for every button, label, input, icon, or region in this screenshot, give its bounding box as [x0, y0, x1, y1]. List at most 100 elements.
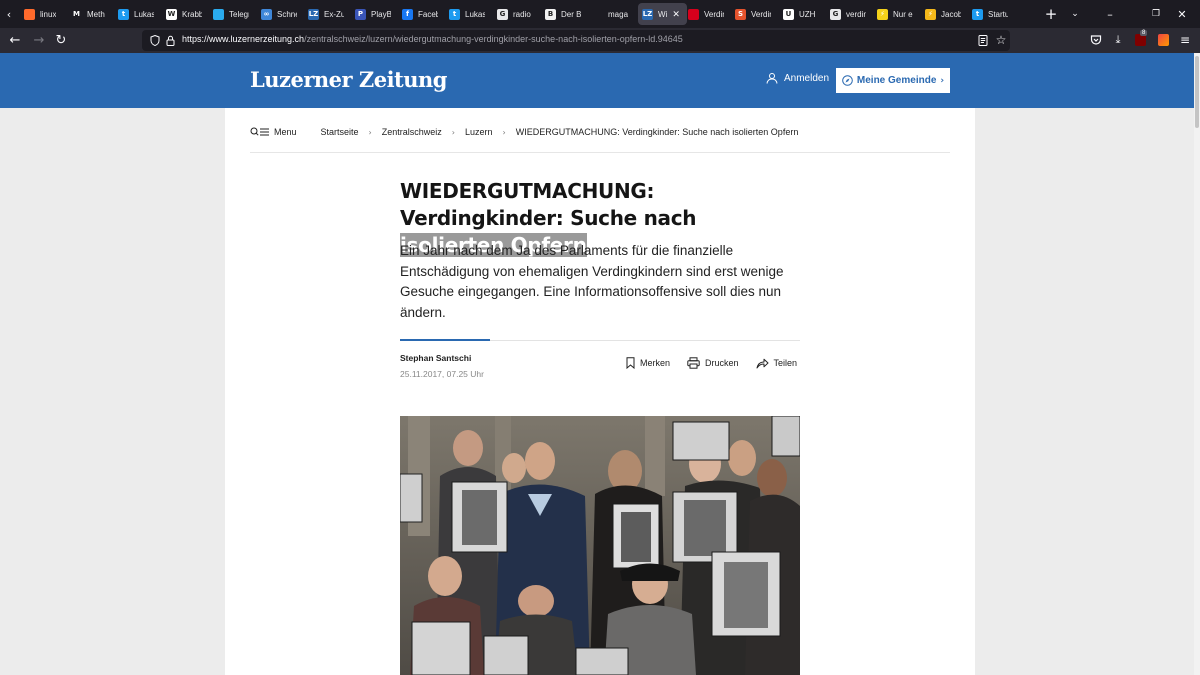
browser-tab[interactable]: t Startu: [972, 3, 1016, 25]
browser-tab[interactable]: Telegr: [213, 3, 257, 25]
bolt-icon: ⚡: [877, 8, 888, 20]
my-community-button[interactable]: Meine Gemeinde ›: [836, 68, 950, 93]
page-scrollbar-track[interactable]: [1194, 53, 1200, 675]
compass-icon: [842, 75, 853, 86]
page-scrollbar-thumb[interactable]: [1195, 56, 1199, 128]
browser-tab[interactable]: ⚡ Nur e: [877, 3, 921, 25]
browser-tab[interactable]: Verdin: [688, 3, 732, 25]
brave-icon: [24, 8, 35, 20]
breadcrumb-item-zentralschweiz[interactable]: Zentralschweiz: [382, 127, 442, 137]
bookmark-button[interactable]: Merken: [626, 357, 670, 369]
facebook-icon: f: [402, 8, 413, 20]
google-icon: G: [497, 8, 508, 20]
pocket-icon[interactable]: [1090, 34, 1102, 46]
tab-label: magazin: [608, 9, 628, 19]
browser-tab[interactable]: S Verdin: [735, 3, 779, 25]
close-window-button[interactable]: ✕: [1172, 4, 1192, 24]
tab-label: Nur e: [893, 9, 913, 19]
tab-label: Meth: [87, 9, 105, 19]
browser-tab[interactable]: f Facebo: [402, 3, 446, 25]
browser-tab[interactable]: t Lukas: [118, 3, 162, 25]
browser-tab[interactable]: LZ Ex-Zu: [308, 3, 352, 25]
tab-label: PlayB: [371, 9, 391, 19]
browser-tab[interactable]: Gradio: [497, 3, 541, 25]
menu-button[interactable]: Menu: [250, 127, 297, 137]
headline-text: WIEDERGUTMACHUNG: Verdingkinder: Suche n…: [400, 179, 697, 230]
browser-tab[interactable]: M Meth: [71, 3, 115, 25]
share-label: Teilen: [773, 358, 798, 368]
browser-tab[interactable]: Gverdin: [830, 3, 874, 25]
browser-tab[interactable]: t Lukas: [449, 3, 493, 25]
browser-tab[interactable]: U UZH: [783, 3, 827, 25]
swissinfo-icon: S: [735, 8, 746, 20]
tab-label: Startu: [988, 9, 1008, 19]
new-tab-button[interactable]: +: [1042, 4, 1060, 24]
my-community-label: Meine Gemeinde: [856, 75, 937, 86]
reload-button[interactable]: ↻: [52, 31, 70, 49]
srf-icon: [688, 8, 699, 20]
url-text[interactable]: https://www.luzernerzeitung.ch/zentralsc…: [182, 34, 683, 44]
menu-label: Menu: [274, 127, 297, 137]
tab-label: verdin: [846, 9, 866, 19]
tab-list-chevron-icon[interactable]: ⌄: [1066, 4, 1084, 24]
bookmark-star-icon[interactable]: ☆: [994, 32, 1008, 48]
twitter-icon: t: [972, 8, 983, 20]
lz-icon: LZ: [642, 8, 653, 20]
back-button[interactable]: ←: [6, 31, 24, 49]
site-logo[interactable]: Luzerner Zeitung: [250, 67, 447, 92]
bookmark-label: Merken: [640, 358, 671, 368]
browser-tab[interactable]: ⚡ Jacob: [925, 3, 969, 25]
restore-button[interactable]: ❐: [1146, 4, 1166, 24]
browser-tab[interactable]: P PlayB: [355, 3, 399, 25]
browser-tab[interactable]: ∞ Schne: [261, 3, 305, 25]
close-tab-icon[interactable]: ✕: [672, 9, 680, 20]
tracking-protection-shield-icon[interactable]: [150, 35, 160, 46]
extension-icon[interactable]: [1158, 34, 1169, 46]
printer-icon: [687, 357, 700, 369]
forward-button[interactable]: →: [30, 31, 48, 49]
breadcrumb-item-luzern[interactable]: Luzern: [465, 127, 493, 137]
share-arrow-icon: [756, 358, 769, 368]
article-lead: Ein Jahr nach dem Ja des Parlaments für …: [400, 243, 784, 320]
user-icon: [766, 73, 778, 84]
url-bar[interactable]: https://www.luzernerzeitung.ch/zentralsc…: [142, 30, 1010, 51]
twitter-icon: t: [118, 8, 129, 20]
google-icon: G: [830, 8, 841, 20]
telegram-icon: [213, 8, 224, 20]
blank-icon: [592, 8, 603, 20]
browser-tab[interactable]: magazin: [592, 3, 636, 25]
breadcrumb-item-startseite[interactable]: Startseite: [321, 127, 359, 137]
share-button[interactable]: Teilen: [756, 357, 798, 369]
url-host: https://www.luzernerzeitung.ch: [182, 34, 305, 44]
tab-label: Schne: [277, 9, 297, 19]
print-button[interactable]: Drucken: [687, 357, 739, 369]
link-icon: ∞: [261, 8, 272, 20]
lock-icon[interactable]: [166, 35, 175, 46]
reader-view-icon[interactable]: [978, 35, 988, 46]
ublock-icon[interactable]: 8: [1135, 30, 1148, 46]
article-photo[interactable]: [400, 416, 800, 675]
tab-scroll-left-icon[interactable]: ‹: [0, 4, 18, 24]
hamburger-menu-icon[interactable]: ≡: [1178, 32, 1192, 48]
tab-label: UZH: [799, 9, 816, 19]
medium-icon: M: [71, 8, 82, 20]
tab-label: Facebo: [418, 9, 438, 19]
bookmark-icon: [626, 357, 635, 369]
article-author[interactable]: Stephan Santschi: [400, 353, 471, 363]
tab-label: radio: [513, 9, 531, 19]
browser-tab[interactable]: B Der Bu: [545, 3, 589, 25]
tab-label: Verdin: [704, 9, 724, 19]
beobachter-icon: B: [545, 8, 556, 20]
browser-tab[interactable]: W Krabb: [166, 3, 210, 25]
browser-tab[interactable]: linux: [24, 3, 68, 25]
browser-tab[interactable]: LZ Wi ✕: [638, 3, 687, 25]
breadcrumb: Menu Startseite › Zentralschweiz › Luzer…: [250, 125, 798, 139]
chevron-right-icon: ›: [940, 75, 945, 86]
uzh-icon: U: [783, 8, 794, 20]
downloads-icon[interactable]: ⤓: [1111, 32, 1125, 48]
tab-label: Krabb: [182, 9, 202, 19]
login-link[interactable]: Anmelden: [766, 72, 829, 84]
search-menu-icon: [250, 127, 269, 136]
minimize-button[interactable]: –: [1100, 4, 1120, 24]
wikipedia-icon: W: [166, 8, 177, 20]
